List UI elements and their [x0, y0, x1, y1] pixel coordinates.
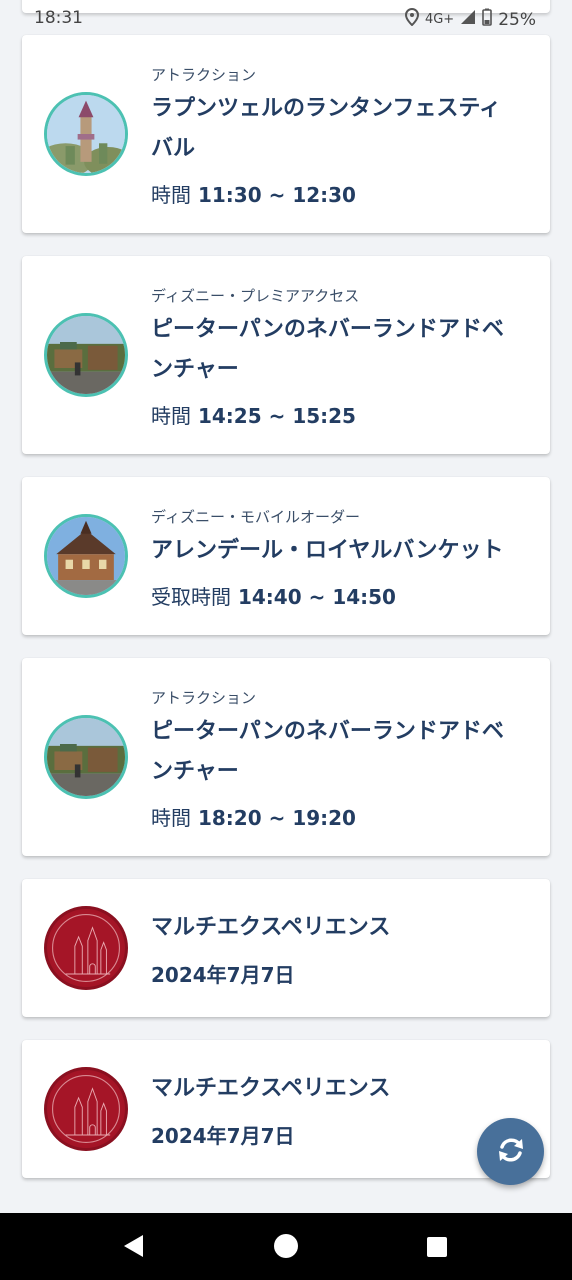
card-title: マルチエクスペリエンス: [151, 1069, 531, 1109]
back-icon[interactable]: [121, 1233, 147, 1263]
card-title-line: ピーターパンのネバーランドアドベ: [151, 719, 504, 744]
card-category: アトラクション: [151, 689, 257, 707]
battery-percent: 25%: [498, 9, 536, 30]
time-range: 18:20 ~ 19:20: [197, 806, 356, 830]
status-bar: 18:31 4G+ 25%: [0, 0, 572, 34]
system-nav-bar: [0, 1213, 572, 1280]
time-label: 時間: [151, 404, 191, 428]
card-title-line: マルチエクスペリエンス: [151, 1076, 391, 1101]
card-date: 2024年7月7日: [151, 963, 295, 987]
card-category: ディズニー・プレミアアクセス: [151, 287, 360, 305]
plan-card[interactable]: アトラクション ピーターパンのネバーランドアドベ ンチャー 時間 18:20 ~…: [22, 658, 550, 856]
card-title: ピーターパンのネバーランドアドベ ンチャー: [151, 712, 531, 792]
card-category: ディズニー・モバイルオーダー: [151, 508, 360, 526]
card-time: 時間 18:20 ~ 19:20: [151, 802, 356, 831]
battery-icon: [482, 8, 493, 31]
peter-pan-thumbnail: [44, 715, 128, 799]
time-label: 時間: [151, 183, 191, 207]
refresh-button[interactable]: [477, 1118, 544, 1185]
screen: 18:31 4G+ 25% アトラクション ラプンツェルのランタンフェスティ バ…: [0, 0, 572, 1280]
card-title-line: ラプンツェルのランタンフェスティ: [151, 96, 502, 121]
location-icon: [404, 7, 419, 31]
card-title: ピーターパンのネバーランドアドベ ンチャー: [151, 310, 531, 390]
arendelle-thumbnail: [44, 514, 128, 598]
ticket-card[interactable]: マルチエクスペリエンス 2024年7月7日: [22, 879, 550, 1017]
card-time: 時間 11:30 ~ 12:30: [151, 179, 356, 208]
card-title-line: マルチエクスペリエンス: [151, 915, 391, 940]
plan-card[interactable]: アトラクション ラプンツェルのランタンフェスティ バル 時間 11:30 ~ 1…: [22, 35, 550, 233]
card-time: 時間 14:25 ~ 15:25: [151, 400, 356, 429]
time-range: 14:25 ~ 15:25: [197, 404, 356, 428]
time-label: 受取時間: [151, 585, 231, 609]
status-time: 18:31: [34, 8, 83, 28]
card-title: マルチエクスペリエンス: [151, 908, 531, 948]
card-date: 2024年7月7日: [151, 1124, 295, 1148]
card-title-line: ピーターパンのネバーランドアドベ: [151, 317, 504, 342]
rapunzel-tower-thumbnail: [44, 92, 128, 176]
refresh-icon: [494, 1133, 528, 1171]
plan-card[interactable]: ディズニー・プレミアアクセス ピーターパンのネバーランドアドベ ンチャー 時間 …: [22, 256, 550, 454]
plan-card[interactable]: ディズニー・モバイルオーダー アレンデール・ロイヤルバンケット 受取時間 14:…: [22, 477, 550, 635]
card-category: アトラクション: [151, 66, 257, 84]
castle-thumbnail: [44, 1067, 128, 1151]
card-title: アレンデール・ロイヤルバンケット: [151, 531, 531, 571]
card-title: ラプンツェルのランタンフェスティ バル: [151, 89, 531, 169]
time-range: 11:30 ~ 12:30: [197, 183, 356, 207]
card-title-line: ンチャー: [151, 357, 239, 382]
castle-thumbnail: [44, 906, 128, 990]
card-title-line: バル: [151, 136, 196, 161]
time-label: 時間: [151, 806, 191, 830]
peter-pan-thumbnail: [44, 313, 128, 397]
signal-icon: [460, 9, 476, 30]
network-type: 4G+: [424, 12, 455, 27]
card-time: 受取時間 14:40 ~ 14:50: [151, 581, 396, 610]
recents-icon[interactable]: [426, 1236, 448, 1262]
card-title-line: ンチャー: [151, 759, 239, 784]
home-icon[interactable]: [273, 1233, 299, 1263]
card-title-line: アレンデール・ロイヤルバンケット: [151, 538, 504, 563]
time-range: 14:40 ~ 14:50: [237, 585, 396, 609]
ticket-card[interactable]: マルチエクスペリエンス 2024年7月7日: [22, 1040, 550, 1178]
